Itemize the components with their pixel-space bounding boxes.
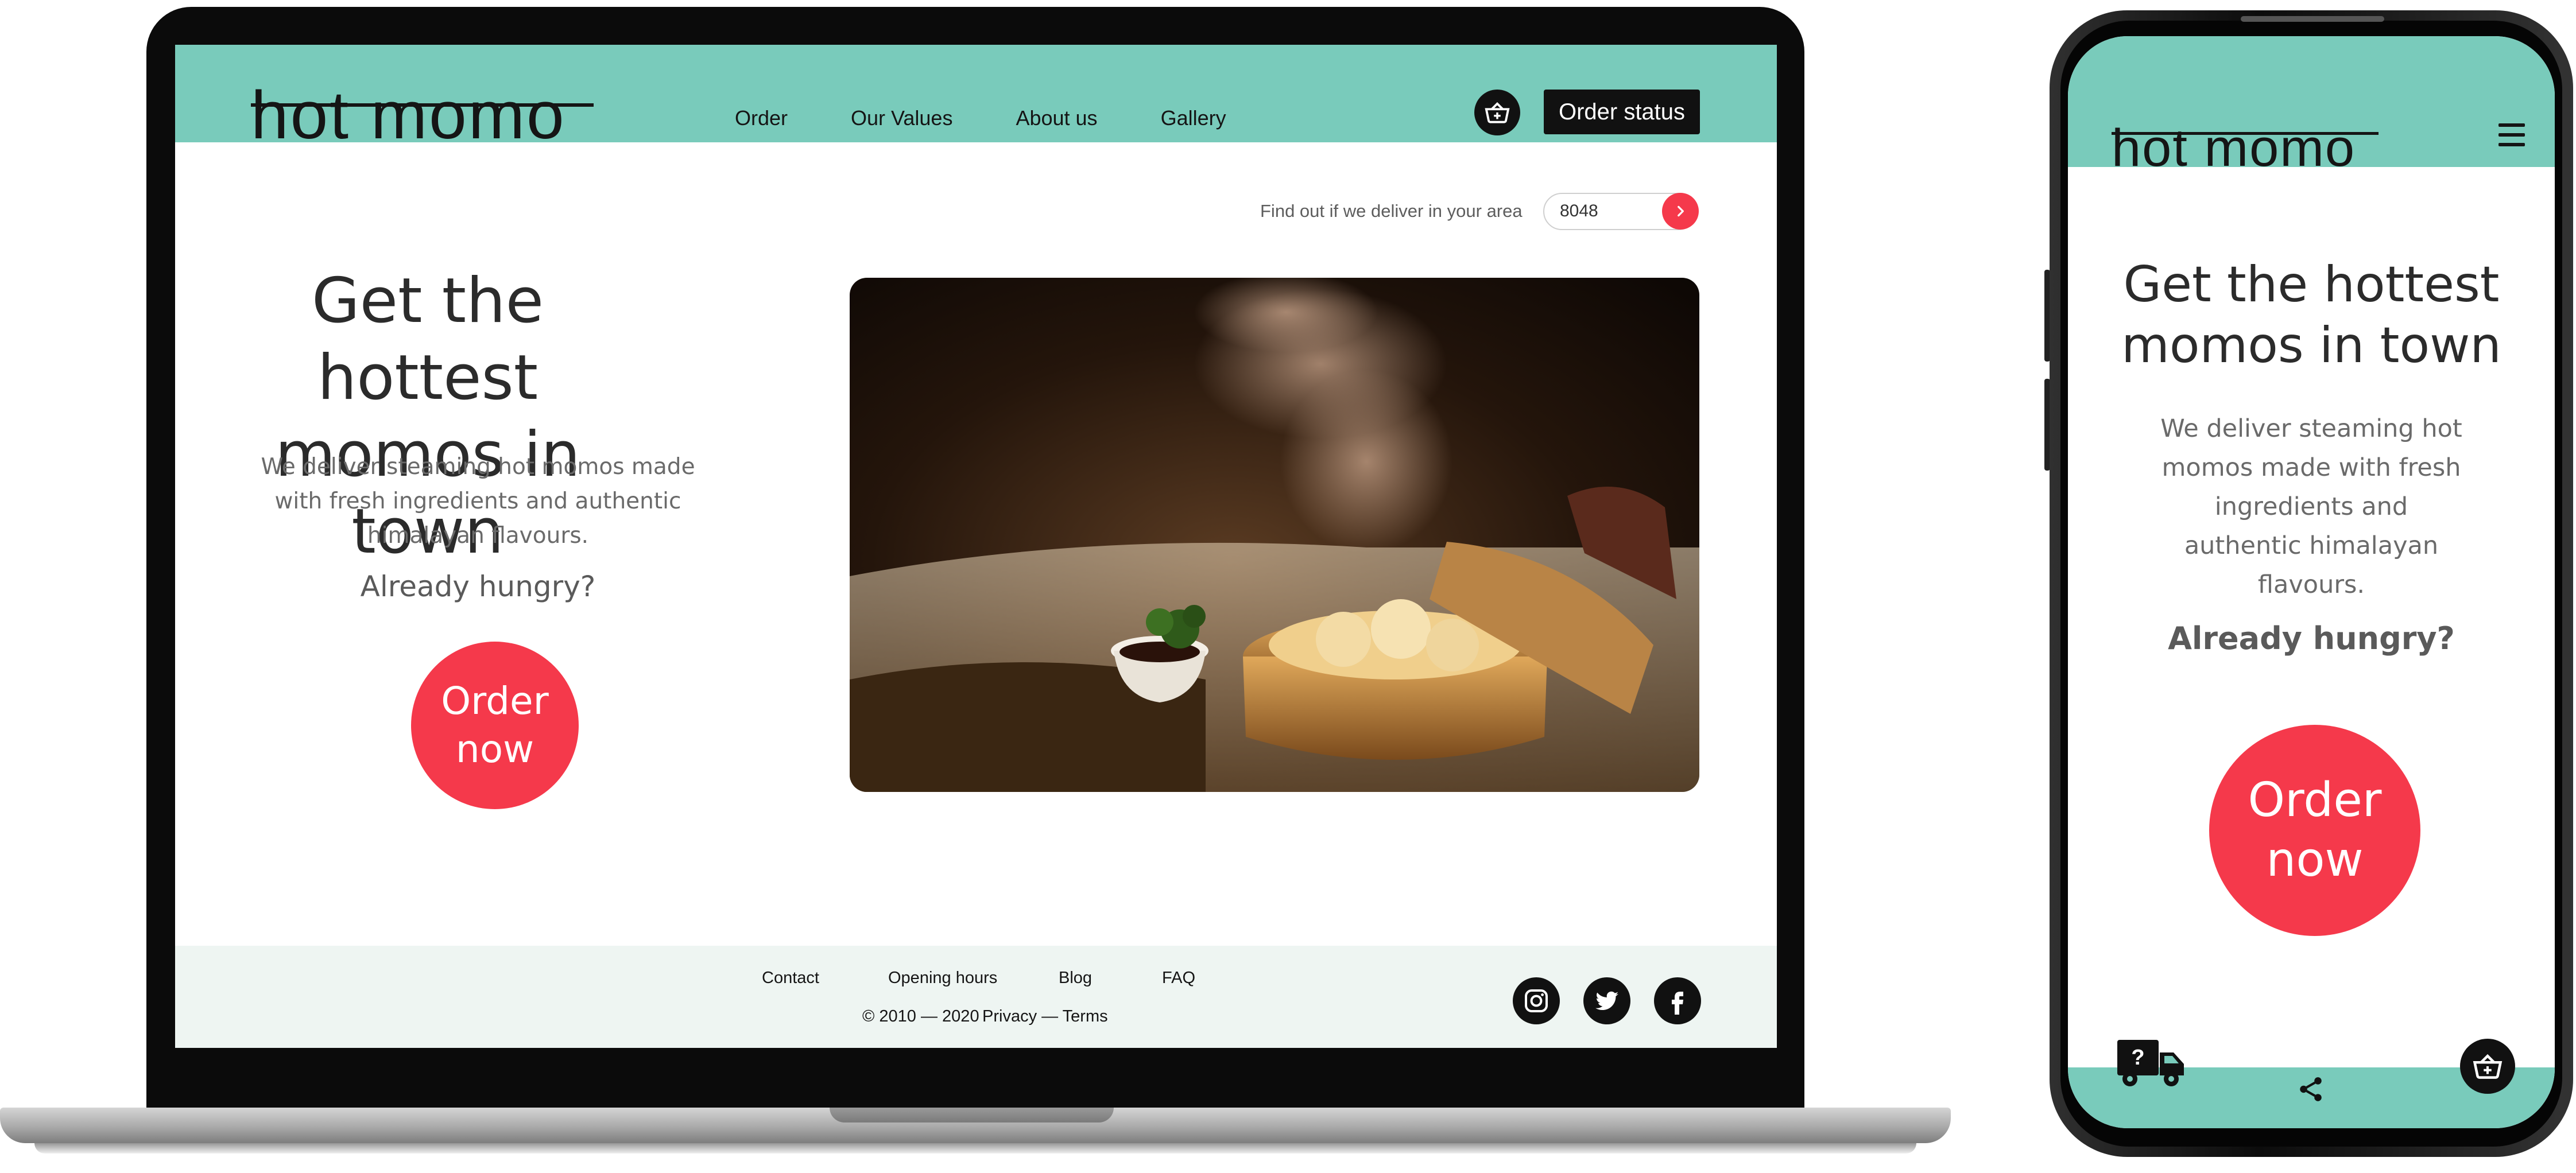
mobile-logo-strikeline	[2112, 132, 2379, 135]
privacy-terms-link[interactable]: Privacy — Terms	[982, 1007, 1108, 1026]
delivery-truck-icon[interactable]: ?	[2115, 1038, 2188, 1090]
postcode-value: 8048	[1560, 201, 1598, 220]
hamburger-menu-icon[interactable]	[2498, 123, 2525, 146]
mobile-order-now-line1: Order	[2248, 773, 2382, 828]
delivery-check-label: Find out if we deliver in your area	[1260, 201, 1523, 221]
hero-title-line1: Get the hottest	[311, 265, 544, 414]
footer-link-opening-hours[interactable]: Opening hours	[888, 969, 997, 988]
mobile-logo[interactable]: hot momo	[2112, 122, 2356, 174]
facebook-button[interactable]	[1654, 977, 1701, 1024]
desktop-navbar: hot momo Order Our Values About us Galle…	[175, 45, 1777, 149]
share-icon[interactable]	[2296, 1075, 2325, 1104]
mobile-hungry-question: Already hungry?	[2168, 620, 2455, 657]
hero-momo-photo	[850, 278, 1699, 792]
mobile-header: hot momo	[2068, 36, 2555, 174]
basket-icon	[1485, 102, 1510, 123]
main-menu: Order Our Values About us Gallery	[735, 106, 1289, 130]
footer-link-contact[interactable]: Contact	[762, 969, 819, 988]
mobile-order-now-button[interactable]: Order now	[2209, 725, 2420, 936]
hero-description: We deliver steaming hot momos made with …	[261, 454, 695, 549]
logo[interactable]: hot momo	[251, 81, 566, 149]
desktop-screen: hot momo Order Our Values About us Galle…	[175, 45, 1777, 1048]
truck-question-mark: ?	[2131, 1046, 2144, 1070]
instagram-button[interactable]	[1513, 977, 1560, 1024]
mobile-screen: hot momo Get the hottest momos in town W…	[2068, 36, 2555, 1128]
twitter-button[interactable]	[1583, 977, 1630, 1024]
cart-button[interactable]	[1474, 90, 1520, 135]
mobile-hero-title-line1: Get the hottest	[2123, 256, 2500, 313]
nav-item-our-values[interactable]: Our Values	[851, 106, 952, 130]
hungry-question: Already hungry?	[360, 570, 596, 603]
chevron-right-icon	[1678, 205, 1684, 217]
nav-item-about-us[interactable]: About us	[1016, 106, 1097, 130]
copyright: © 2010 — 2020	[862, 1007, 979, 1026]
facebook-icon	[1672, 992, 1683, 1015]
basket-icon	[2473, 1054, 2503, 1079]
order-now-line1: Order	[441, 679, 549, 723]
instagram-icon	[1525, 989, 1548, 1012]
postcode-submit-button[interactable]	[1662, 193, 1699, 230]
phone-speaker	[2241, 16, 2384, 22]
footer-link-faq[interactable]: FAQ	[1162, 969, 1195, 988]
mobile-order-now-line2: now	[2266, 833, 2364, 887]
mobile-hero-title-line2: momos in town	[2121, 317, 2501, 374]
footer-link-blog[interactable]: Blog	[1059, 969, 1092, 988]
order-status-button[interactable]: Order status	[1544, 90, 1700, 134]
nav-item-order[interactable]: Order	[735, 106, 788, 130]
laptop-base-shadow	[34, 1143, 1916, 1153]
momo-photo-illustration	[850, 278, 1699, 792]
order-now-button[interactable]: Order now	[411, 642, 579, 809]
mobile-hero-title: Get the hottest momos in town	[2091, 254, 2532, 376]
twitter-icon	[1595, 991, 1618, 1011]
nav-item-gallery[interactable]: Gallery	[1161, 106, 1226, 130]
logo-strikeline	[251, 103, 594, 107]
mobile-hero-description: We deliver steaming hot momos made with …	[2160, 414, 2462, 599]
laptop-notch	[830, 1108, 1114, 1122]
order-now-line2: now	[455, 727, 534, 771]
mobile-cart-button[interactable]	[2460, 1039, 2515, 1094]
